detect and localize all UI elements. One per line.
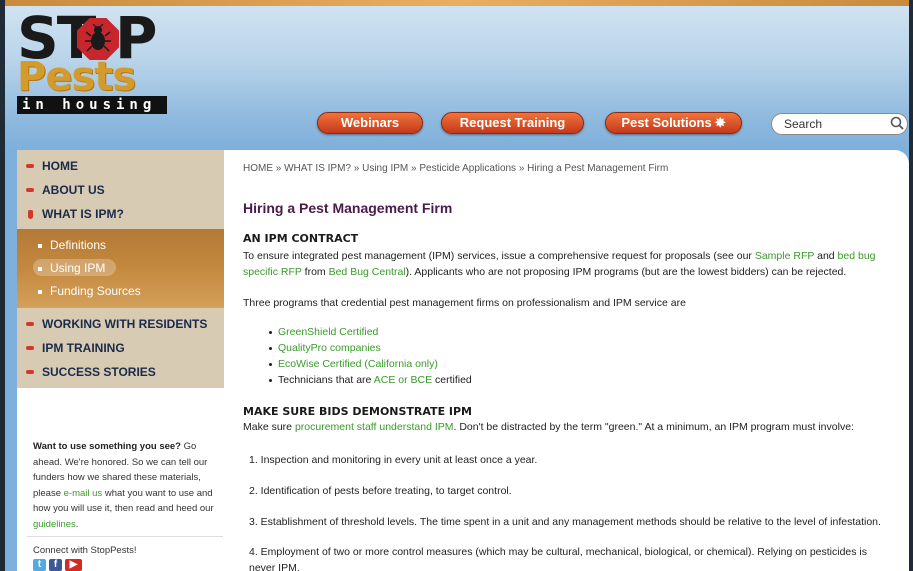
list-item: GreenShield Certified bbox=[269, 326, 378, 338]
bed-bug-central-link[interactable]: Bed Bug Central bbox=[329, 266, 406, 278]
ordered-list-item: 3. Establishment of threshold levels. Th… bbox=[249, 516, 881, 528]
pest-solutions-label: Pest Solutions bbox=[621, 115, 712, 130]
paragraph-text: ). Applicants who are not proposing IPM … bbox=[405, 266, 847, 278]
search-placeholder: Search bbox=[784, 117, 823, 131]
bullet-icon bbox=[26, 188, 34, 192]
bids-paragraph: Make sure procurement staff understand I… bbox=[243, 421, 854, 433]
ordered-list-item: 1. Inspection and monitoring in every un… bbox=[249, 454, 538, 466]
page: ST P Pests in housing Webinars Request T… bbox=[0, 0, 913, 571]
submenu-item-label: Funding Sources bbox=[50, 284, 141, 298]
qualitypro-link[interactable]: QualityPro companies bbox=[278, 342, 381, 354]
request-training-button[interactable]: Request Training bbox=[441, 112, 584, 134]
sun-icon: ✸ bbox=[714, 115, 726, 130]
pest-solutions-button[interactable]: Pest Solutions ✸ bbox=[605, 112, 742, 134]
sidebar-item-success-stories[interactable]: SUCCESS STORIES bbox=[26, 364, 156, 380]
page-title: Hiring a Pest Management Firm bbox=[243, 200, 453, 216]
paragraph-text: Make sure bbox=[243, 421, 295, 433]
sidebar-item-label: SUCCESS STORIES bbox=[42, 365, 156, 379]
bullet-icon bbox=[269, 330, 272, 334]
search-icon[interactable] bbox=[889, 114, 905, 132]
list-item: EcoWise Certified (California only) bbox=[269, 358, 438, 370]
ordered-list-item: 4. Employment of two or more control mea… bbox=[249, 546, 868, 571]
bullet-icon bbox=[269, 378, 272, 382]
connect-label: Connect with StopPests! bbox=[33, 545, 137, 556]
bullet-icon bbox=[38, 266, 42, 271]
submenu-item-using-ipm[interactable]: Using IPM bbox=[38, 260, 105, 276]
paragraph-text: To ensure integrated pest management (IP… bbox=[243, 250, 755, 262]
sample-rfp-link[interactable]: Sample RFP bbox=[755, 250, 814, 262]
ordered-list-item: 2. Identification of pests before treati… bbox=[249, 485, 512, 497]
submenu-item-definitions[interactable]: Definitions bbox=[38, 237, 106, 253]
ecowise-link[interactable]: EcoWise Certified (California only) bbox=[278, 358, 438, 370]
logo-pests-text: Pests bbox=[17, 54, 136, 100]
list-item-text: Technicians that are bbox=[278, 374, 374, 386]
greenshield-link[interactable]: GreenShield Certified bbox=[278, 326, 378, 338]
bullet-icon bbox=[26, 322, 34, 326]
sidebar-item-ipm-training[interactable]: IPM TRAINING bbox=[26, 340, 125, 356]
breadcrumb[interactable]: HOME » WHAT IS IPM? » Using IPM » Pestic… bbox=[243, 163, 668, 174]
youtube-icon[interactable]: ▶ bbox=[65, 559, 82, 571]
procurement-staff-link[interactable]: procurement staff understand IPM bbox=[295, 421, 454, 433]
window-edge-left bbox=[0, 0, 5, 571]
submenu-item-label: Using IPM bbox=[50, 261, 106, 275]
paragraph-text: from bbox=[301, 266, 329, 278]
paragraph-text: . Don't be distracted by the term "green… bbox=[453, 421, 854, 433]
programs-intro: Three programs that credential pest mana… bbox=[243, 297, 686, 309]
sidebar-item-working-with-residents[interactable]: WORKING WITH RESIDENTS bbox=[26, 316, 207, 332]
email-us-link[interactable]: e-mail us bbox=[64, 488, 103, 499]
sidebar-item-home[interactable]: HOME bbox=[26, 158, 78, 174]
guidelines-link[interactable]: guidelines bbox=[33, 519, 76, 530]
reuse-notice-text: . bbox=[75, 518, 79, 530]
reuse-notice-heading: Want to use something you see? bbox=[33, 441, 181, 452]
window-edge-right bbox=[909, 0, 913, 571]
twitter-icon[interactable]: t bbox=[33, 559, 46, 571]
bullet-icon bbox=[269, 346, 272, 350]
facebook-icon[interactable]: f bbox=[49, 559, 62, 571]
list-item-text: certified bbox=[432, 374, 472, 386]
section-heading-contract: AN IPM CONTRACT bbox=[243, 232, 359, 245]
submenu-item-label: Definitions bbox=[50, 238, 107, 252]
bullet-icon bbox=[38, 243, 42, 248]
list-item: QualityPro companies bbox=[269, 342, 381, 354]
bullet-icon bbox=[26, 164, 34, 168]
webinars-label: Webinars bbox=[340, 115, 400, 130]
stoppests-logo[interactable]: ST P Pests in housing bbox=[17, 6, 167, 116]
sidebar-item-what-is-ipm[interactable]: WHAT IS IPM? bbox=[26, 206, 124, 222]
bug-icon bbox=[85, 24, 111, 52]
sidebar-item-about-us[interactable]: ABOUT US bbox=[26, 182, 105, 198]
search-input[interactable]: Search bbox=[771, 113, 908, 135]
section-heading-bids: MAKE SURE BIDS DEMONSTRATE IPM bbox=[243, 405, 473, 418]
sidebar-item-label: IPM TRAINING bbox=[42, 341, 125, 355]
sidebar-item-label: WHAT IS IPM? bbox=[42, 207, 124, 221]
bullet-icon bbox=[38, 289, 42, 294]
list-item: Technicians that are ACE or BCE certifie… bbox=[269, 374, 472, 386]
expanded-marker-icon bbox=[28, 209, 33, 219]
ace-bce-link[interactable]: ACE or BCE bbox=[374, 374, 432, 386]
bullet-icon bbox=[269, 362, 272, 366]
divider bbox=[27, 536, 223, 537]
bullet-icon bbox=[26, 370, 34, 374]
sidebar-item-label: ABOUT US bbox=[42, 183, 105, 197]
bullet-icon bbox=[26, 346, 34, 350]
paragraph-text: and bbox=[814, 250, 838, 262]
submenu-item-funding-sources[interactable]: Funding Sources bbox=[38, 283, 141, 299]
sidebar-item-label: HOME bbox=[42, 159, 78, 173]
sidebar-item-label: WORKING WITH RESIDENTS bbox=[42, 317, 208, 331]
reuse-notice: Want to use something you see? Go ahead.… bbox=[33, 439, 219, 532]
contract-paragraph: To ensure integrated pest management (IP… bbox=[243, 248, 893, 280]
logo-tagline: in housing bbox=[17, 96, 167, 114]
webinars-button[interactable]: Webinars bbox=[317, 112, 423, 134]
request-training-label: Request Training bbox=[459, 115, 566, 130]
